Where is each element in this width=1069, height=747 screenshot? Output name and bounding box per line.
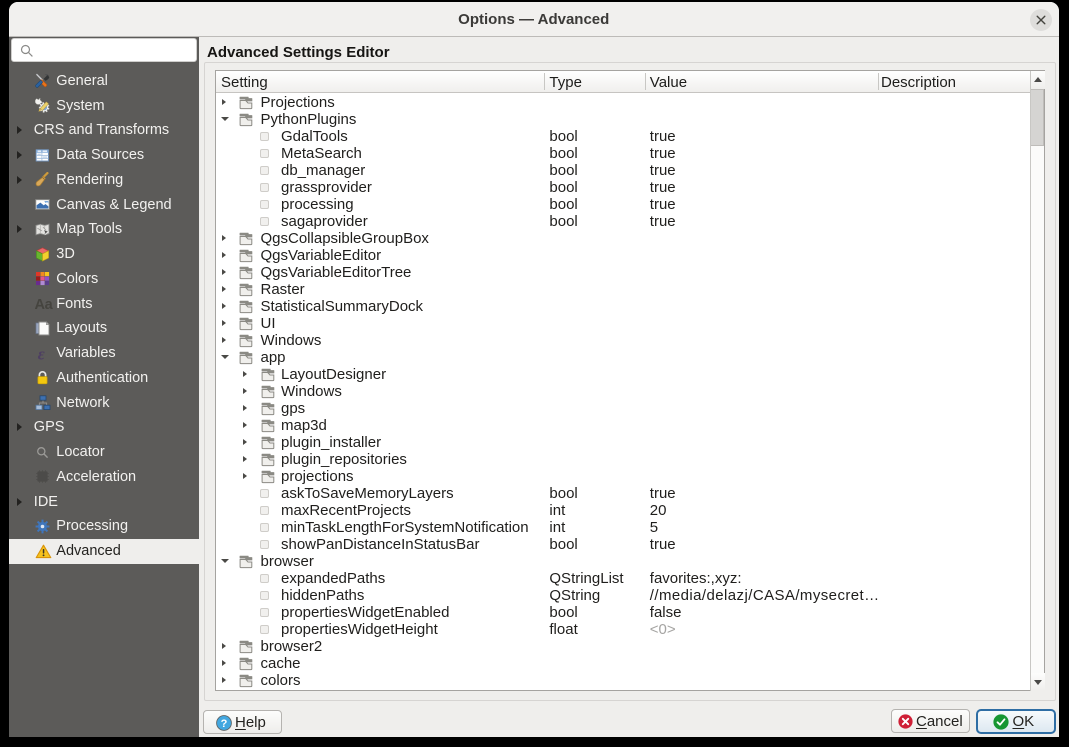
svg-text:a: a xyxy=(44,297,52,312)
svg-text:?: ? xyxy=(220,718,227,730)
svg-text:ε: ε xyxy=(37,346,44,362)
